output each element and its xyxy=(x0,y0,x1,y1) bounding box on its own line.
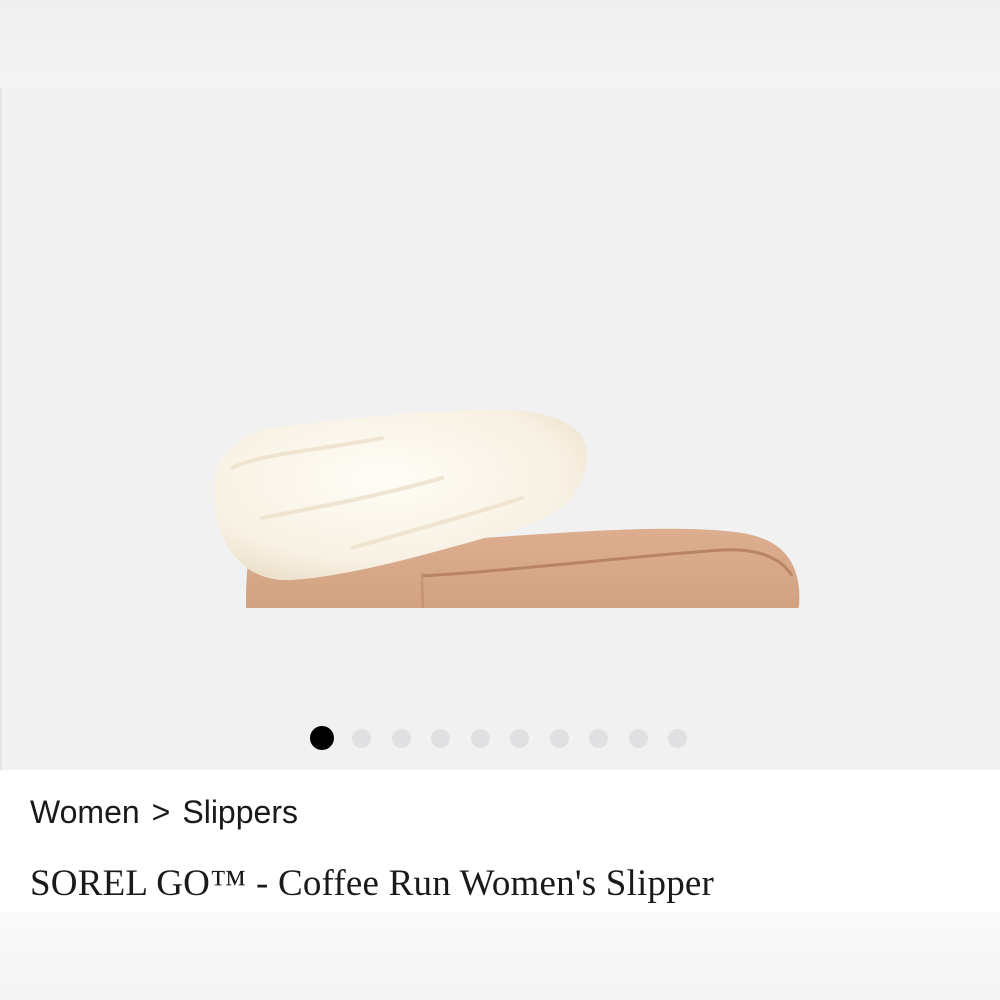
carousel-dot-10[interactable] xyxy=(668,728,687,748)
breadcrumb: Women > Slippers xyxy=(30,794,298,831)
breadcrumb-slippers-link[interactable]: Slippers xyxy=(182,794,298,831)
product-page: Women > Slippers SOREL GO™ - Coffee Run … xyxy=(0,0,1000,1000)
carousel-dot-6[interactable] xyxy=(510,728,529,748)
breadcrumb-women-link[interactable]: Women xyxy=(30,794,140,831)
product-image[interactable] xyxy=(202,318,842,608)
carousel-dot-2[interactable] xyxy=(352,728,371,748)
carousel-dot-8[interactable] xyxy=(589,728,608,748)
product-image-carousel[interactable] xyxy=(0,88,1000,770)
product-title: SOREL GO™ - Coffee Run Women's Slipper xyxy=(30,863,715,904)
carousel-dot-9[interactable] xyxy=(628,728,648,748)
carousel-dot-1[interactable] xyxy=(310,726,334,750)
carousel-dot-4[interactable] xyxy=(431,728,450,748)
bottom-area xyxy=(0,912,1000,1000)
top-bar xyxy=(0,0,1000,88)
carousel-dot-7[interactable] xyxy=(549,728,569,748)
breadcrumb-separator: > xyxy=(151,794,171,830)
carousel-dot-3[interactable] xyxy=(391,728,411,748)
carousel-dots xyxy=(310,726,708,750)
carousel-dot-5[interactable] xyxy=(470,728,490,748)
product-info: Women > Slippers SOREL GO™ - Coffee Run … xyxy=(0,770,1000,912)
